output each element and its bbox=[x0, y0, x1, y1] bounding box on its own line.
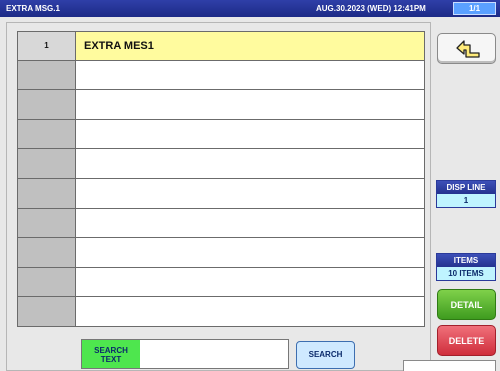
row-number bbox=[18, 119, 76, 149]
row-text bbox=[76, 238, 424, 267]
row-number bbox=[18, 90, 76, 119]
status-field bbox=[403, 360, 496, 371]
disp-line-box[interactable]: DISP LINE 1 bbox=[436, 180, 496, 208]
row-number: 1 bbox=[18, 32, 76, 60]
row-text bbox=[76, 208, 424, 238]
list-item[interactable] bbox=[17, 178, 425, 209]
list-item[interactable]: 1 EXTRA MES1 bbox=[17, 31, 425, 61]
items-label: ITEMS bbox=[437, 254, 495, 267]
row-number bbox=[18, 178, 76, 208]
row-number bbox=[18, 238, 76, 267]
screen-title: EXTRA MSG.1 bbox=[6, 4, 60, 13]
row-text bbox=[76, 90, 424, 119]
list-item[interactable] bbox=[17, 60, 425, 91]
row-text bbox=[76, 149, 424, 178]
row-text bbox=[76, 178, 424, 208]
search-text-label: SEARCH TEXT bbox=[82, 340, 140, 368]
row-text bbox=[76, 119, 424, 149]
title-bar: EXTRA MSG.1 AUG.30.2023 (WED) 12:41PM 1/… bbox=[0, 0, 500, 17]
return-arrow-icon bbox=[456, 40, 480, 58]
detail-button[interactable]: DETAIL bbox=[437, 289, 496, 320]
row-number bbox=[18, 60, 76, 90]
disp-line-value: 1 bbox=[437, 194, 495, 207]
row-number bbox=[18, 149, 76, 178]
list-item[interactable] bbox=[17, 297, 425, 327]
items-value: 10 ITEMS bbox=[437, 267, 495, 280]
message-list: 1 EXTRA MES1 bbox=[17, 31, 425, 327]
disp-line-label: DISP LINE bbox=[437, 181, 495, 194]
search-box: SEARCH TEXT bbox=[81, 339, 289, 369]
delete-button[interactable]: DELETE bbox=[437, 325, 496, 356]
list-item[interactable] bbox=[17, 119, 425, 150]
back-button[interactable] bbox=[437, 33, 496, 64]
datetime-display: AUG.30.2023 (WED) 12:41PM bbox=[316, 4, 426, 13]
row-text: EXTRA MES1 bbox=[76, 32, 424, 60]
row-text bbox=[76, 297, 424, 326]
search-text-label-text: SEARCH TEXT bbox=[94, 346, 128, 364]
row-number bbox=[18, 267, 76, 297]
search-button[interactable]: SEARCH bbox=[296, 341, 355, 369]
list-item[interactable] bbox=[17, 149, 425, 179]
row-number bbox=[18, 297, 76, 326]
row-number bbox=[18, 208, 76, 238]
list-item[interactable] bbox=[17, 90, 425, 120]
list-item[interactable] bbox=[17, 267, 425, 298]
list-item[interactable] bbox=[17, 208, 425, 239]
page-indicator: 1/1 bbox=[453, 2, 496, 15]
items-box: ITEMS 10 ITEMS bbox=[436, 253, 496, 281]
row-text bbox=[76, 267, 424, 297]
row-text bbox=[76, 60, 424, 90]
list-item[interactable] bbox=[17, 238, 425, 268]
search-input[interactable] bbox=[140, 340, 288, 368]
